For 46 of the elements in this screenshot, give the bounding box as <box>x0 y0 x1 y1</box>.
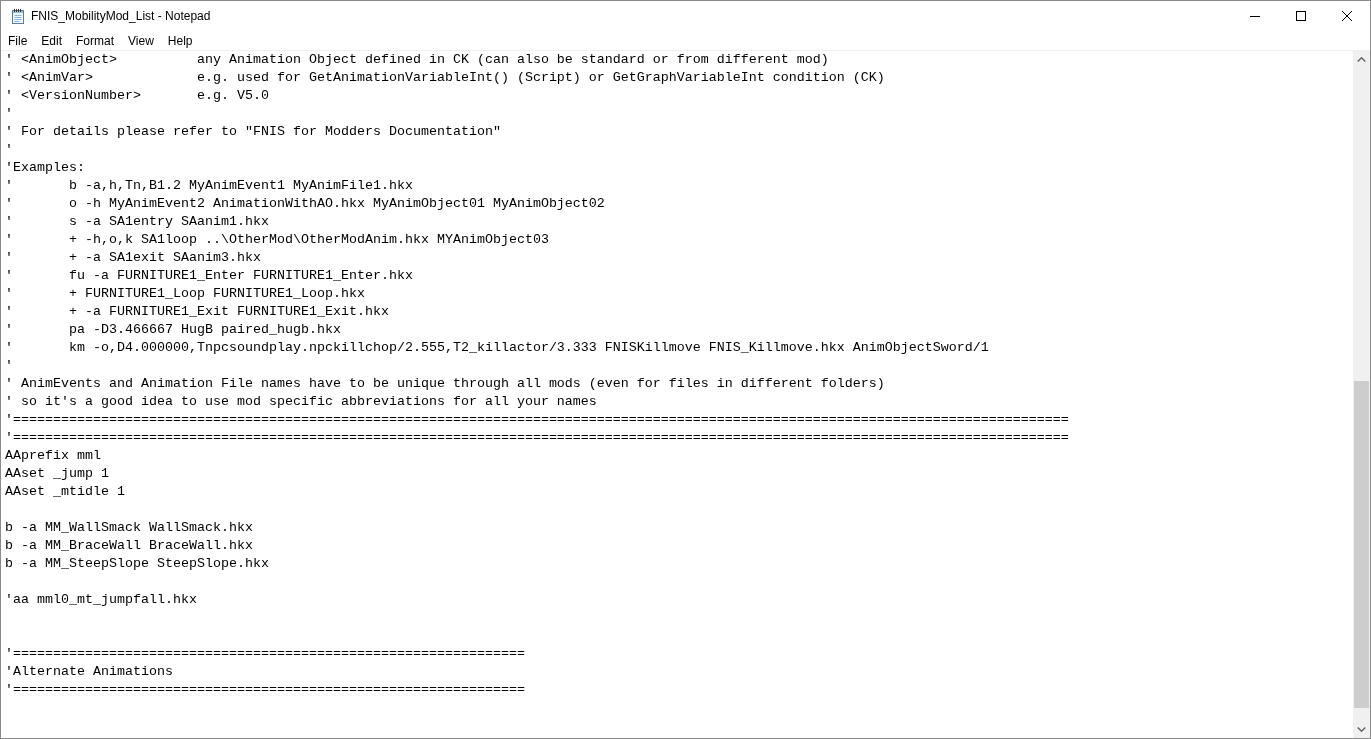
menu-item[interactable]: Format <box>69 31 122 50</box>
text-line: '================================================================ <box>5 681 525 699</box>
close-icon <box>1342 11 1352 21</box>
chevron-up-icon <box>1357 57 1366 62</box>
text-line: ' o -h MyAnimEvent2 AnimationWithAO.hkx MyAnimObject01 MyAnimObject02 <box>5 195 605 213</box>
text-line: AAset _jump 1 <box>5 465 109 483</box>
menu-item[interactable]: File <box>1 31 35 50</box>
text-line: 'aa mml0_mt_jumpfall.hkx <box>5 591 197 609</box>
menu-item[interactable]: Help <box>160 31 200 50</box>
menu-item[interactable]: Edit <box>34 31 70 50</box>
text-line: ' so it's a good idea to use mod specific abbreviations for all your names <box>5 393 597 411</box>
text-line: '==================================================================================================================================== <box>5 411 1069 429</box>
text-line: AAset _mtidle 1 <box>5 483 125 501</box>
chevron-down-icon <box>1357 727 1366 732</box>
text-line: ' + -a SA1exit SAanim3.hkx <box>5 249 261 267</box>
text-line: AAprefix mml <box>5 447 101 465</box>
text-line: ' <box>5 357 13 375</box>
text-line: 'Alternate Animations <box>5 663 173 681</box>
text-line: b -a MM_BraceWall BraceWall.hkx <box>5 537 253 555</box>
window-title: FNIS_MobilityMod_List - Notepad <box>31 9 211 23</box>
text-line: ' <box>5 105 13 123</box>
maximize-icon <box>1296 11 1306 21</box>
text-line: ' <AnimVar> e.g. used for GetAnimationVariableInt() (Script) or GetGraphVariableInt condition (CK) <box>5 69 885 87</box>
text-line: b -a MM_SteepSlope SteepSlope.hkx <box>5 555 269 573</box>
notepad-icon <box>10 8 26 24</box>
text-line: '================================================================ <box>5 645 525 663</box>
text-line: ' pa -D3.466667 HugB paired_hugb.hkx <box>5 321 341 339</box>
minimize-icon <box>1250 15 1260 17</box>
text-line: ' For details please refer to "FNIS for Modders Documentation" <box>5 123 501 141</box>
text-line: ' AnimEvents and Animation File names have to be unique through all mods (even for files in different folders) <box>5 375 885 393</box>
text-line: ' <VersionNumber> e.g. V5.0 <box>5 87 269 105</box>
text-line: 'Examples: <box>5 159 85 177</box>
scroll-thumb[interactable] <box>1354 381 1369 708</box>
text-line: ' fu -a FURNITURE1_Enter FURNITURE1_Enter.hkx <box>5 267 413 285</box>
text-line: '==================================================================================================================================== <box>5 429 1069 447</box>
text-line: ' <box>5 141 13 159</box>
text-line: ' + -a FURNITURE1_Exit FURNITURE1_Exit.hkx <box>5 303 389 321</box>
text-line: ' b -a,h,Tn,B1.2 MyAnimEvent1 MyAnimFile1.hkx <box>5 177 413 195</box>
text-line: ' s -a SA1entry SAanim1.hkx <box>5 213 269 231</box>
vertical-scrollbar[interactable] <box>1353 51 1370 738</box>
text-line: ' + -h,o,k SA1loop ..\OtherMod\OtherModAnim.hkx MYAnimObject03 <box>5 231 549 249</box>
text-line: ' + FURNITURE1_Loop FURNITURE1_Loop.hkx <box>5 285 365 303</box>
menu-item[interactable]: View <box>121 31 161 50</box>
text-line: ' <AnimObject> any Animation Object defined in CK (can also be standard or from different mod) <box>5 51 829 69</box>
text-line: b -a MM_WallSmack WallSmack.hkx <box>5 519 253 537</box>
text-line: ' km -o,D4.000000,Tnpcsoundplay.npckillchop/2.555,T2_killactor/3.333 FNISKillmove FNIS_Killmove.hkx AnimObjectSword/1 <box>5 339 989 357</box>
